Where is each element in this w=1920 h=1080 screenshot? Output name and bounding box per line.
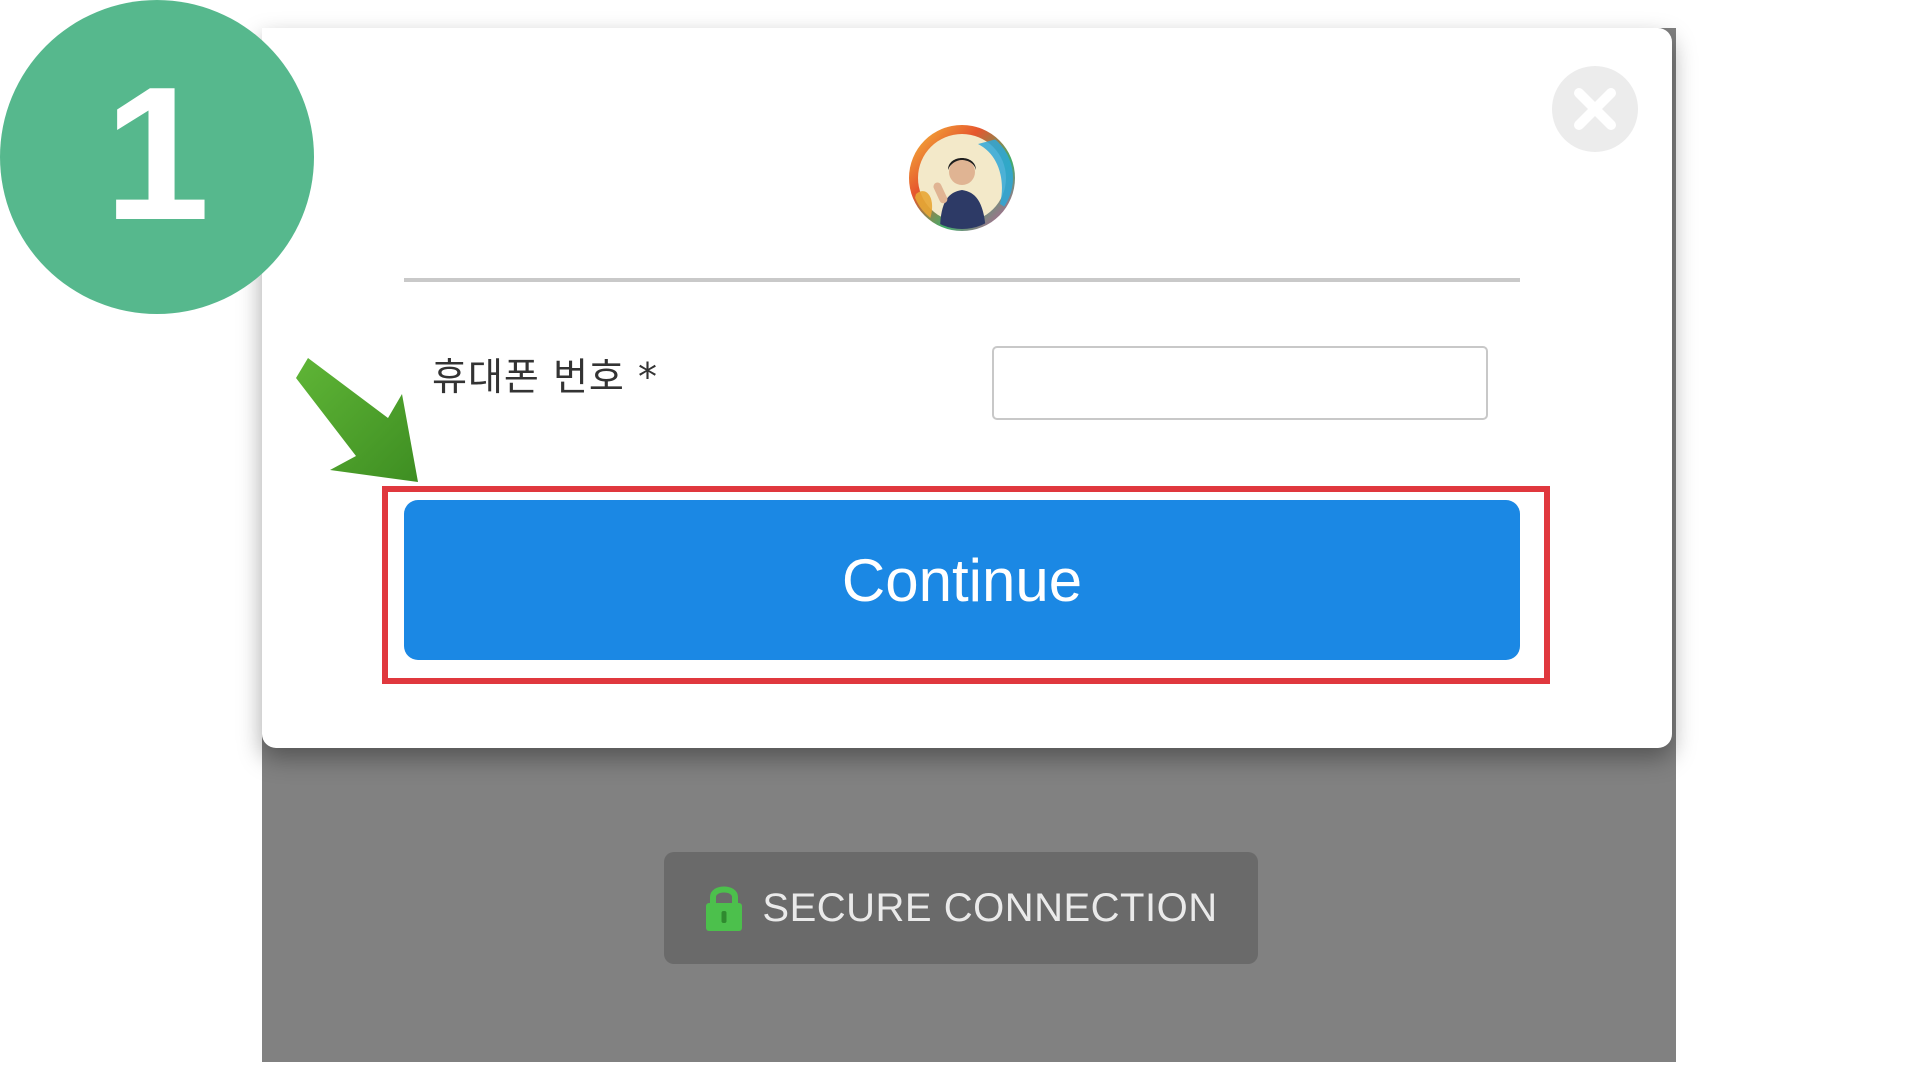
step-number: 1 (104, 48, 210, 260)
pointer-arrow-icon (296, 358, 418, 482)
phone-input[interactable] (992, 346, 1488, 420)
step-badge: 1 (0, 0, 314, 314)
lock-icon (706, 886, 743, 931)
header-divider (404, 278, 1520, 282)
login-modal: 휴대폰 번호 * Continue (262, 28, 1672, 748)
tutorial-canvas: 휴대폰 번호 * Continue SECURE CONNECTION 1 (0, 0, 1920, 1080)
secure-connection-label: SECURE CONNECTION (762, 885, 1218, 930)
close-button[interactable] (1552, 66, 1638, 152)
phone-label: 휴대폰 번호 * (432, 355, 658, 399)
secure-connection-badge: SECURE CONNECTION (664, 852, 1258, 964)
continue-button[interactable]: Continue (404, 500, 1520, 660)
close-icon (1574, 88, 1616, 130)
logo-avatar (909, 125, 1015, 231)
